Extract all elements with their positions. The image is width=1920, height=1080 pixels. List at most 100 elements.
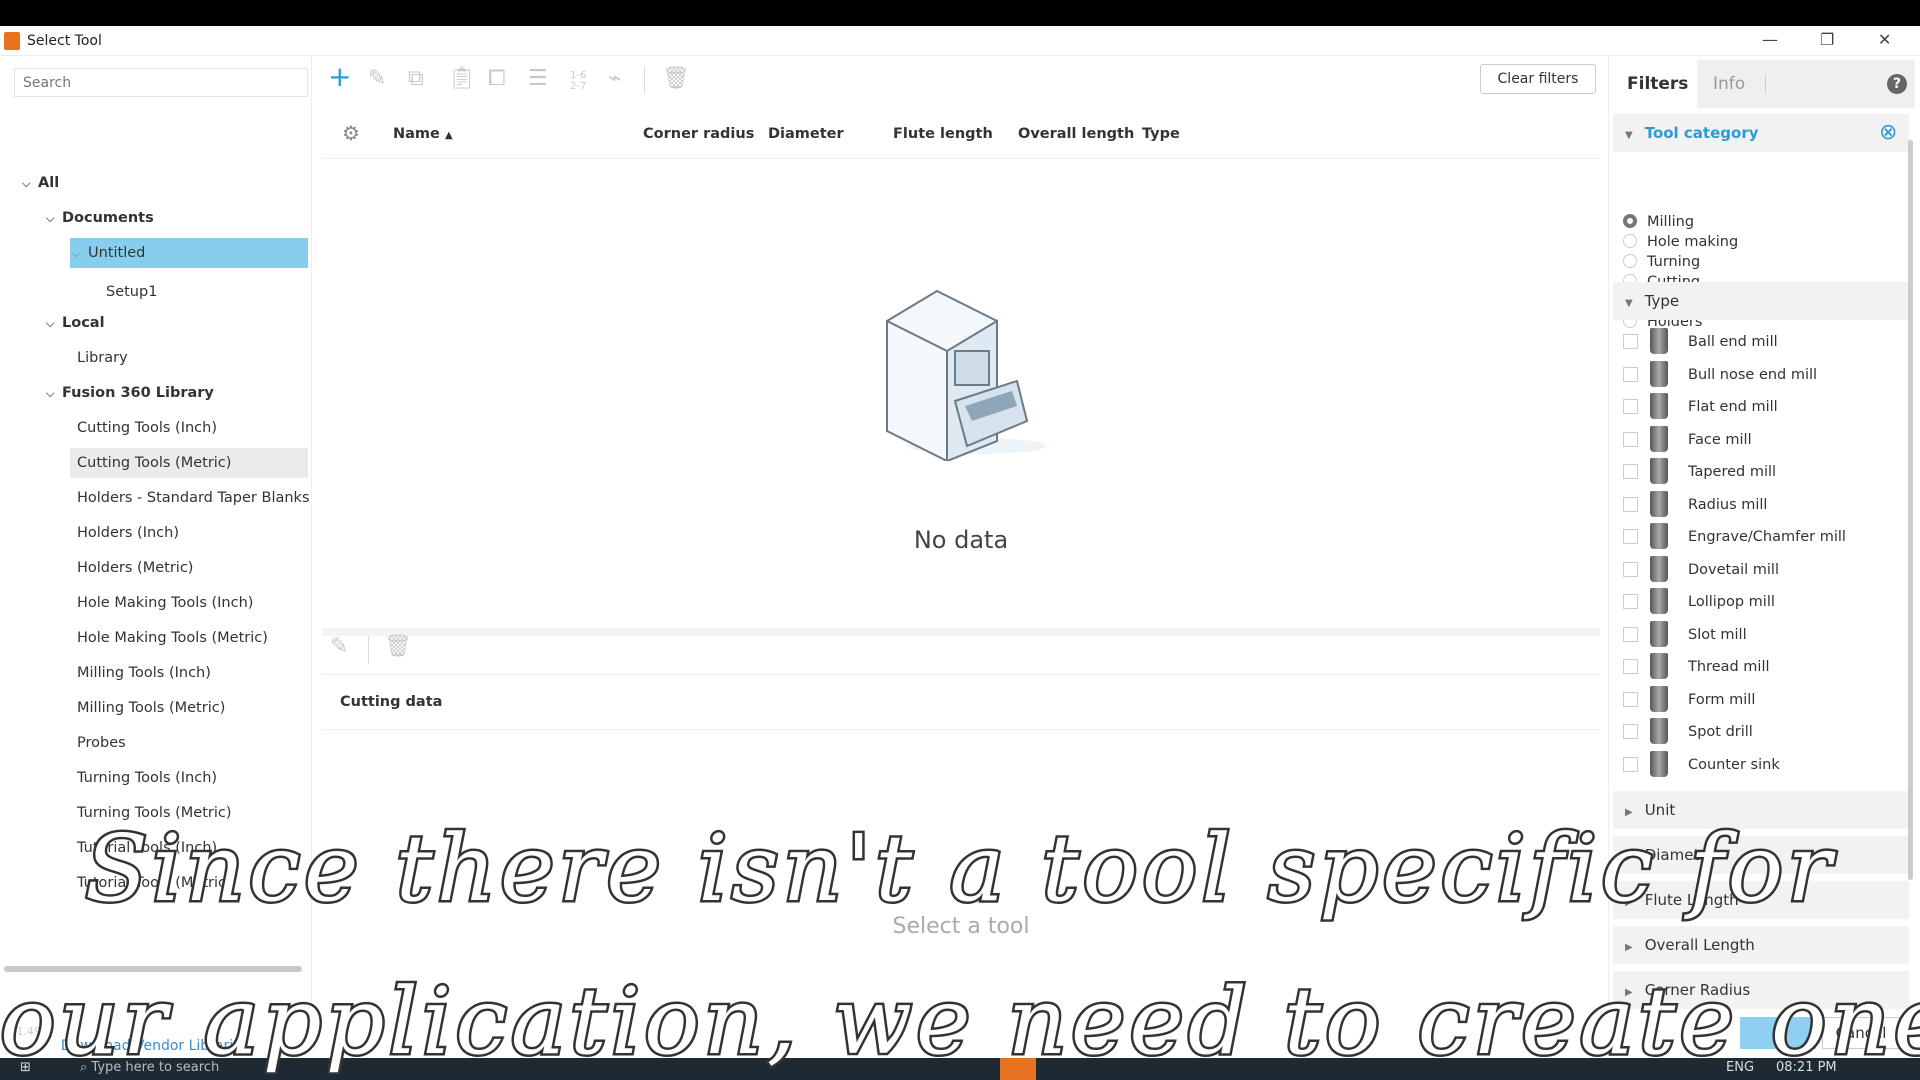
type-option[interactable]: Tapered mill [1623,456,1776,488]
checkbox[interactable] [1623,561,1638,577]
filter-scrollbar[interactable] [1908,140,1913,880]
edit-icon[interactable]: ✎ [368,66,386,91]
type-option[interactable]: Radius mill [1623,489,1767,521]
category-option[interactable]: Hole making [1623,232,1738,252]
checkbox[interactable] [1623,464,1638,479]
clean-icon[interactable]: ⌁ [608,66,621,91]
help-icon[interactable]: ? [1887,74,1907,94]
checkbox[interactable] [1623,626,1638,642]
tree-item[interactable]: Cutting Tools (Inch) [0,413,300,443]
type-option[interactable]: Slot mill [1623,619,1747,651]
tool-shape-icon [1650,555,1668,582]
type-option[interactable]: Dovetail mill [1623,554,1779,586]
tab-filters[interactable]: Filters [1613,60,1697,108]
column-name-label: Name [393,126,440,142]
type-label: Slot mill [1688,626,1747,643]
category-option[interactable]: Milling [1623,212,1694,232]
gear-icon[interactable]: ⚙ [342,121,360,145]
type-header[interactable]: ▼ Type [1613,282,1909,320]
type-option[interactable]: Engrave/Chamfer mill [1623,521,1846,553]
tree-item[interactable]: Holders (Metric) [0,553,300,583]
tree-item[interactable]: ⌵ Fusion 360 Library [0,378,300,408]
restore-icon[interactable]: ❐ [1820,30,1834,49]
type-option[interactable]: Form mill [1623,684,1755,716]
tab-info[interactable]: Info [1713,74,1745,94]
filter-section[interactable]: ▶ Overall Length [1613,926,1909,964]
checkbox[interactable] [1623,399,1638,414]
tree-item[interactable]: Hole Making Tools (Inch) [0,588,300,618]
tool-category-header[interactable]: ▼ Tool category ⊗ [1613,114,1909,152]
clear-category-icon[interactable]: ⊗ [1879,114,1897,152]
edit-cutting-data-icon[interactable]: ✎ [330,634,348,659]
print-icon[interactable]: ☰ [528,66,548,91]
checkbox[interactable] [1623,594,1638,609]
column-diameter[interactable]: Diameter [768,126,844,142]
checkbox[interactable] [1623,659,1638,674]
tree-item[interactable]: Holders - Standard Taper Blanks [0,483,310,513]
delete-cutting-data-icon[interactable]: 🗑︎ [384,634,412,659]
tab-filters-label: Filters [1627,74,1689,94]
tree-item[interactable]: ⌵ Untitled [70,238,308,268]
minimize-icon[interactable]: — [1762,30,1778,49]
type-option[interactable]: Ball end mill [1623,326,1778,358]
type-option[interactable]: Face mill [1623,424,1752,456]
tree-item-label: Fusion 360 Library [62,385,214,401]
chevron-down-icon[interactable]: ⌵ [72,239,88,269]
checkbox[interactable] [1623,691,1638,707]
tool-shape-icon [1650,588,1668,614]
table-header: ⚙ Name ▲ Corner radius Diameter Flute le… [322,111,1600,159]
add-icon[interactable]: + [328,60,351,93]
checkbox[interactable] [1623,334,1638,349]
tree-item[interactable]: ⌵ All [0,168,300,198]
checkbox[interactable] [1623,756,1638,772]
tree-item[interactable]: Milling Tools (Inch) [0,658,300,688]
renumber-icon[interactable]: 1-6 2-7 [570,70,590,92]
type-option[interactable]: Thread mill [1623,651,1770,683]
column-flute-length[interactable]: Flute length [893,126,993,142]
checkbox[interactable] [1623,496,1638,512]
column-type[interactable]: Type [1142,126,1180,142]
clear-filters-button[interactable]: Clear filters [1480,64,1596,94]
tree-item[interactable]: Setup1 [0,277,300,307]
chevron-down-icon[interactable]: ⌵ [46,204,62,234]
search-input[interactable] [14,68,308,97]
radio-button[interactable] [1623,254,1637,268]
tree-item[interactable]: Milling Tools (Metric) [0,693,300,723]
copy-icon[interactable]: ⧉ [408,66,424,91]
tree-item[interactable]: Turning Tools (Inch) [0,763,300,793]
radio-button[interactable] [1623,214,1637,228]
paste-icon[interactable]: 📋︎ [448,66,476,91]
tree-item[interactable]: Library [0,343,300,373]
chevron-down-icon[interactable]: ⌵ [22,169,38,199]
checkbox[interactable] [1623,529,1638,544]
tree-item-label: Cutting Tools (Metric) [77,455,232,471]
type-label: Dovetail mill [1688,561,1779,578]
checkbox[interactable] [1623,366,1638,382]
pane-splitter[interactable] [322,628,1600,636]
radio-button[interactable] [1623,234,1637,248]
tree-item[interactable]: Probes [0,728,300,758]
tree-item[interactable]: ⌵ Documents [0,203,300,233]
delete-icon[interactable]: 🗑︎ [662,66,690,91]
duplicate-icon[interactable]: ⧠ [488,66,506,91]
close-icon[interactable]: ✕ [1878,30,1891,49]
column-name[interactable]: Name ▲ [393,126,453,142]
column-overall-length[interactable]: Overall length [1018,126,1134,142]
tree-item[interactable]: Cutting Tools (Metric) [70,448,308,478]
tree-item[interactable]: Holders (Inch) [0,518,300,548]
column-corner-radius[interactable]: Corner radius [643,126,754,142]
category-label: Hole making [1647,234,1739,250]
type-option[interactable]: Counter sink [1623,749,1780,781]
tree-item-label: Untitled [88,245,146,261]
category-option[interactable]: Turning [1623,252,1700,272]
chevron-down-icon[interactable]: ⌵ [46,309,62,339]
checkbox[interactable] [1623,724,1638,739]
type-option[interactable]: Spot drill [1623,716,1753,748]
chevron-down-icon[interactable]: ⌵ [46,379,62,409]
type-option[interactable]: Lollipop mill [1623,586,1775,618]
type-option[interactable]: Flat end mill [1623,391,1778,423]
tree-item[interactable]: Hole Making Tools (Metric) [0,623,300,653]
type-option[interactable]: Bull nose end mill [1623,359,1817,391]
checkbox[interactable] [1623,431,1638,447]
tree-item[interactable]: ⌵ Local [0,308,300,338]
